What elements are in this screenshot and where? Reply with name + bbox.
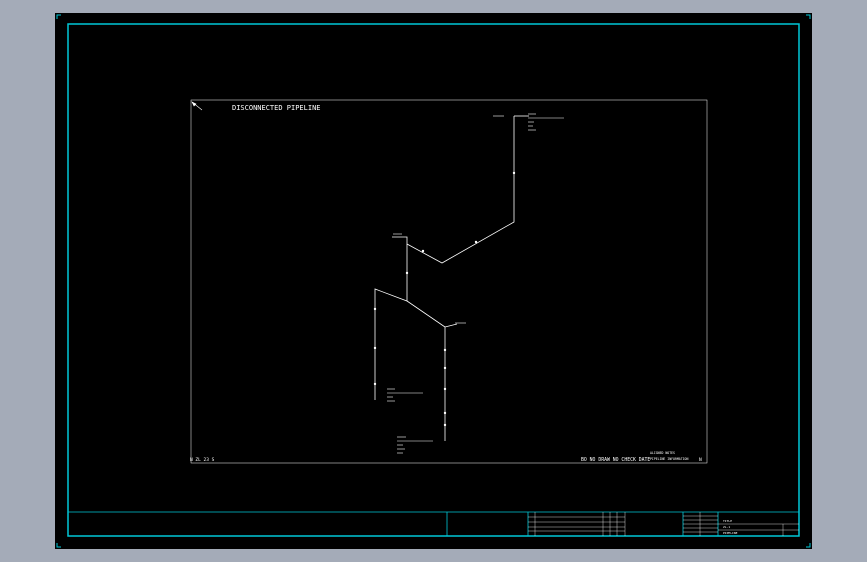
pipeline bbox=[374, 115, 529, 441]
title-block-label-1: TITLE bbox=[723, 519, 732, 523]
inner-border bbox=[190, 99, 708, 464]
bottom-right-note-1: ALIGNED NOTES bbox=[650, 451, 675, 455]
drawing-sheet: DISCONNECTED PIPELINE N ZL 23 S BO NO DR… bbox=[55, 13, 812, 549]
pipe-fittings bbox=[373, 171, 516, 427]
bottom-right-note-2: PIPELINE INFORMATION bbox=[650, 457, 688, 461]
corner-ticks bbox=[56, 14, 811, 548]
bottom-left-label: N ZL 23 S bbox=[190, 457, 215, 463]
title-block-label-2: ZL-1 bbox=[723, 525, 730, 529]
title-block-label-3: PIPELINE bbox=[723, 531, 738, 535]
pipe-annotations bbox=[387, 113, 564, 454]
north-arrow-icon bbox=[191, 101, 203, 111]
drawing-frame bbox=[67, 23, 800, 537]
title-grid bbox=[528, 512, 799, 536]
bottom-right-label: BO NO DRAW NO CHECK DATE bbox=[581, 457, 650, 463]
drawing-canvas: DISCONNECTED PIPELINE N ZL 23 S BO NO DR… bbox=[56, 14, 811, 548]
drawing-title: DISCONNECTED PIPELINE bbox=[232, 104, 321, 112]
corner-mark: N bbox=[699, 457, 702, 463]
